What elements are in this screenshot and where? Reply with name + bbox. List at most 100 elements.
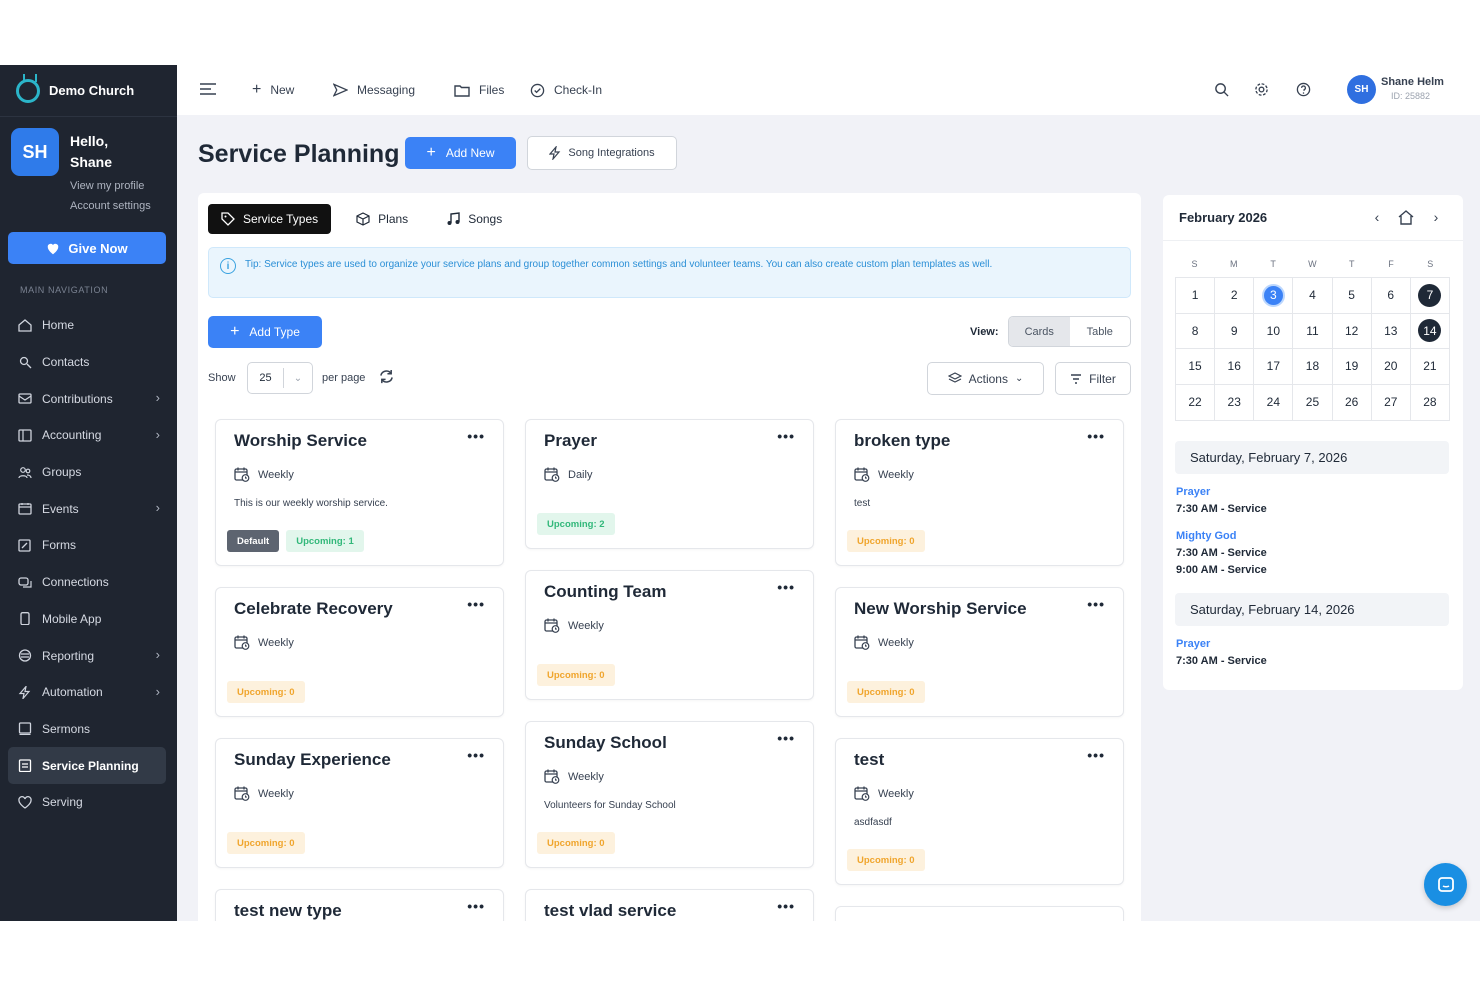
more-options-icon[interactable]: •••	[777, 428, 795, 444]
sidebar-item-sermons[interactable]: Sermons	[8, 711, 166, 748]
sidebar-item-contacts[interactable]: Contacts	[8, 344, 166, 381]
service-type-card[interactable]: New Worship Service ••• Weekly Upcoming: 0	[835, 587, 1124, 717]
calendar-day[interactable]: 17	[1254, 349, 1294, 384]
page-size-select[interactable]: 25 ⌄	[247, 362, 313, 394]
card-title[interactable]: test	[854, 750, 884, 770]
calendar-day[interactable]: 28	[1411, 385, 1449, 421]
refresh-icon[interactable]	[378, 369, 395, 389]
service-type-card[interactable]: test new type •••	[215, 889, 504, 921]
user-name[interactable]: Shane Helm	[1381, 76, 1444, 88]
chat-launcher-button[interactable]	[1424, 863, 1467, 906]
add-new-button[interactable]: + Add New	[405, 137, 516, 169]
calendar-day[interactable]: 22	[1176, 384, 1216, 420]
more-options-icon[interactable]: •••	[777, 898, 795, 914]
give-now-button[interactable]: Give Now	[8, 232, 166, 264]
messaging-button[interactable]: Messaging	[333, 81, 415, 99]
sidebar-item-events[interactable]: Events ›	[8, 490, 166, 527]
tab-service-types[interactable]: Service Types	[208, 204, 332, 234]
card-title[interactable]: Sunday Experience	[234, 750, 391, 770]
view-profile-link[interactable]: View my profile	[70, 180, 144, 192]
calendar-day[interactable]: 14	[1411, 314, 1449, 349]
sidebar-item-serving[interactable]: Serving	[8, 784, 166, 821]
card-title[interactable]: test vlad service	[544, 901, 676, 921]
calendar-day[interactable]: 15	[1176, 349, 1216, 384]
calendar-day[interactable]: 13	[1372, 313, 1411, 348]
calendar-day[interactable]: 16	[1215, 349, 1255, 384]
view-cards-button[interactable]: Cards	[1009, 317, 1070, 346]
service-type-card[interactable]: Sunday School ••• Weekly Volunteers for Sun…	[525, 721, 814, 868]
new-button[interactable]: + New	[252, 81, 294, 99]
avatar[interactable]: SH	[11, 128, 59, 176]
sidebar-item-mobile-app[interactable]: Mobile App	[8, 601, 166, 638]
more-options-icon[interactable]: •••	[1087, 428, 1105, 444]
sidebar-item-groups[interactable]: Groups	[8, 454, 166, 491]
sidebar-item-service-planning[interactable]: Service Planning	[8, 747, 166, 784]
more-options-icon[interactable]: •••	[1087, 915, 1105, 921]
card-title[interactable]: Worship Service	[234, 431, 367, 451]
card-title[interactable]: Sunday School	[544, 733, 667, 753]
add-type-button[interactable]: + Add Type	[208, 316, 322, 348]
service-type-card[interactable]: Sunday Experience ••• Weekly Upcoming: 0	[215, 738, 504, 868]
card-title[interactable]: New Worship Service	[854, 599, 1027, 619]
service-type-card[interactable]: Prayer ••• Daily Upcoming: 2	[525, 419, 814, 549]
sidebar-item-contributions[interactable]: Contributions ›	[8, 380, 166, 417]
more-options-icon[interactable]: •••	[467, 428, 485, 444]
chevron-right-icon[interactable]: ›	[1426, 207, 1446, 227]
calendar-day[interactable]: 24	[1254, 384, 1294, 420]
brand[interactable]: Demo Church	[0, 65, 177, 117]
card-title[interactable]: Prayer	[544, 431, 597, 451]
home-icon[interactable]	[1396, 207, 1416, 227]
calendar-day[interactable]: 19	[1333, 349, 1372, 384]
user-avatar[interactable]: SH	[1347, 75, 1376, 104]
more-options-icon[interactable]: •••	[777, 579, 795, 595]
calendar-day[interactable]: 5	[1333, 278, 1372, 313]
sidebar-item-reporting[interactable]: Reporting ›	[8, 637, 166, 674]
more-options-icon[interactable]: •••	[777, 730, 795, 746]
calendar-day[interactable]: 25	[1293, 384, 1333, 420]
service-type-card[interactable]: Thursday Night Study •••	[835, 906, 1124, 921]
calendar-day[interactable]: 23	[1215, 384, 1255, 420]
chevron-left-icon[interactable]: ‹	[1367, 207, 1387, 227]
tab-songs[interactable]: Songs	[433, 204, 515, 234]
service-type-card[interactable]: test vlad service •••	[525, 889, 814, 921]
calendar-day[interactable]: 1	[1176, 278, 1216, 313]
calendar-day[interactable]: 11	[1293, 313, 1333, 348]
actions-button[interactable]: Actions ⌄	[927, 362, 1044, 395]
calendar-day[interactable]: 27	[1372, 384, 1411, 420]
filter-button[interactable]: Filter	[1055, 362, 1131, 395]
service-type-card[interactable]: broken type ••• Weekly test Upcoming: 0	[835, 419, 1124, 566]
sidebar-item-forms[interactable]: Forms	[8, 527, 166, 564]
checkin-button[interactable]: Check-In	[530, 81, 602, 99]
agenda-event-name[interactable]: Prayer	[1176, 486, 1210, 498]
calendar-day[interactable]: 7	[1411, 278, 1449, 313]
service-type-card[interactable]: test ••• Weekly asdfasdf Upcoming: 0	[835, 738, 1124, 885]
more-options-icon[interactable]: •••	[467, 596, 485, 612]
service-type-card[interactable]: Counting Team ••• Weekly Upcoming: 0	[525, 570, 814, 700]
account-settings-link[interactable]: Account settings	[70, 200, 151, 212]
calendar-day[interactable]: 4	[1293, 278, 1333, 313]
calendar-day[interactable]: 9	[1215, 313, 1255, 348]
view-table-button[interactable]: Table	[1070, 317, 1131, 346]
calendar-day[interactable]: 8	[1176, 313, 1216, 348]
calendar-day[interactable]: 3	[1254, 278, 1294, 313]
calendar-day[interactable]: 10	[1254, 313, 1294, 348]
card-title[interactable]: Thursday Night Study	[854, 918, 1031, 921]
menu-toggle-icon[interactable]	[198, 79, 218, 99]
calendar-day[interactable]: 6	[1372, 278, 1411, 313]
sidebar-item-home[interactable]: Home	[8, 307, 166, 344]
calendar-day[interactable]: 2	[1215, 278, 1255, 313]
sidebar-item-automation[interactable]: Automation ›	[8, 674, 166, 711]
more-options-icon[interactable]: •••	[467, 747, 485, 763]
card-title[interactable]: broken type	[854, 431, 950, 451]
calendar-day[interactable]: 21	[1411, 349, 1449, 384]
calendar-day[interactable]: 18	[1293, 349, 1333, 384]
agenda-event-name[interactable]: Mighty God	[1176, 530, 1237, 542]
card-title[interactable]: test new type	[234, 901, 342, 921]
sidebar-item-accounting[interactable]: Accounting ›	[8, 417, 166, 454]
calendar-day[interactable]: 20	[1372, 349, 1411, 384]
more-options-icon[interactable]: •••	[1087, 596, 1105, 612]
calendar-day[interactable]: 12	[1333, 313, 1372, 348]
calendar-day[interactable]: 26	[1333, 384, 1372, 420]
more-options-icon[interactable]: •••	[467, 898, 485, 914]
service-type-card[interactable]: Worship Service ••• Weekly This is our week…	[215, 419, 504, 566]
